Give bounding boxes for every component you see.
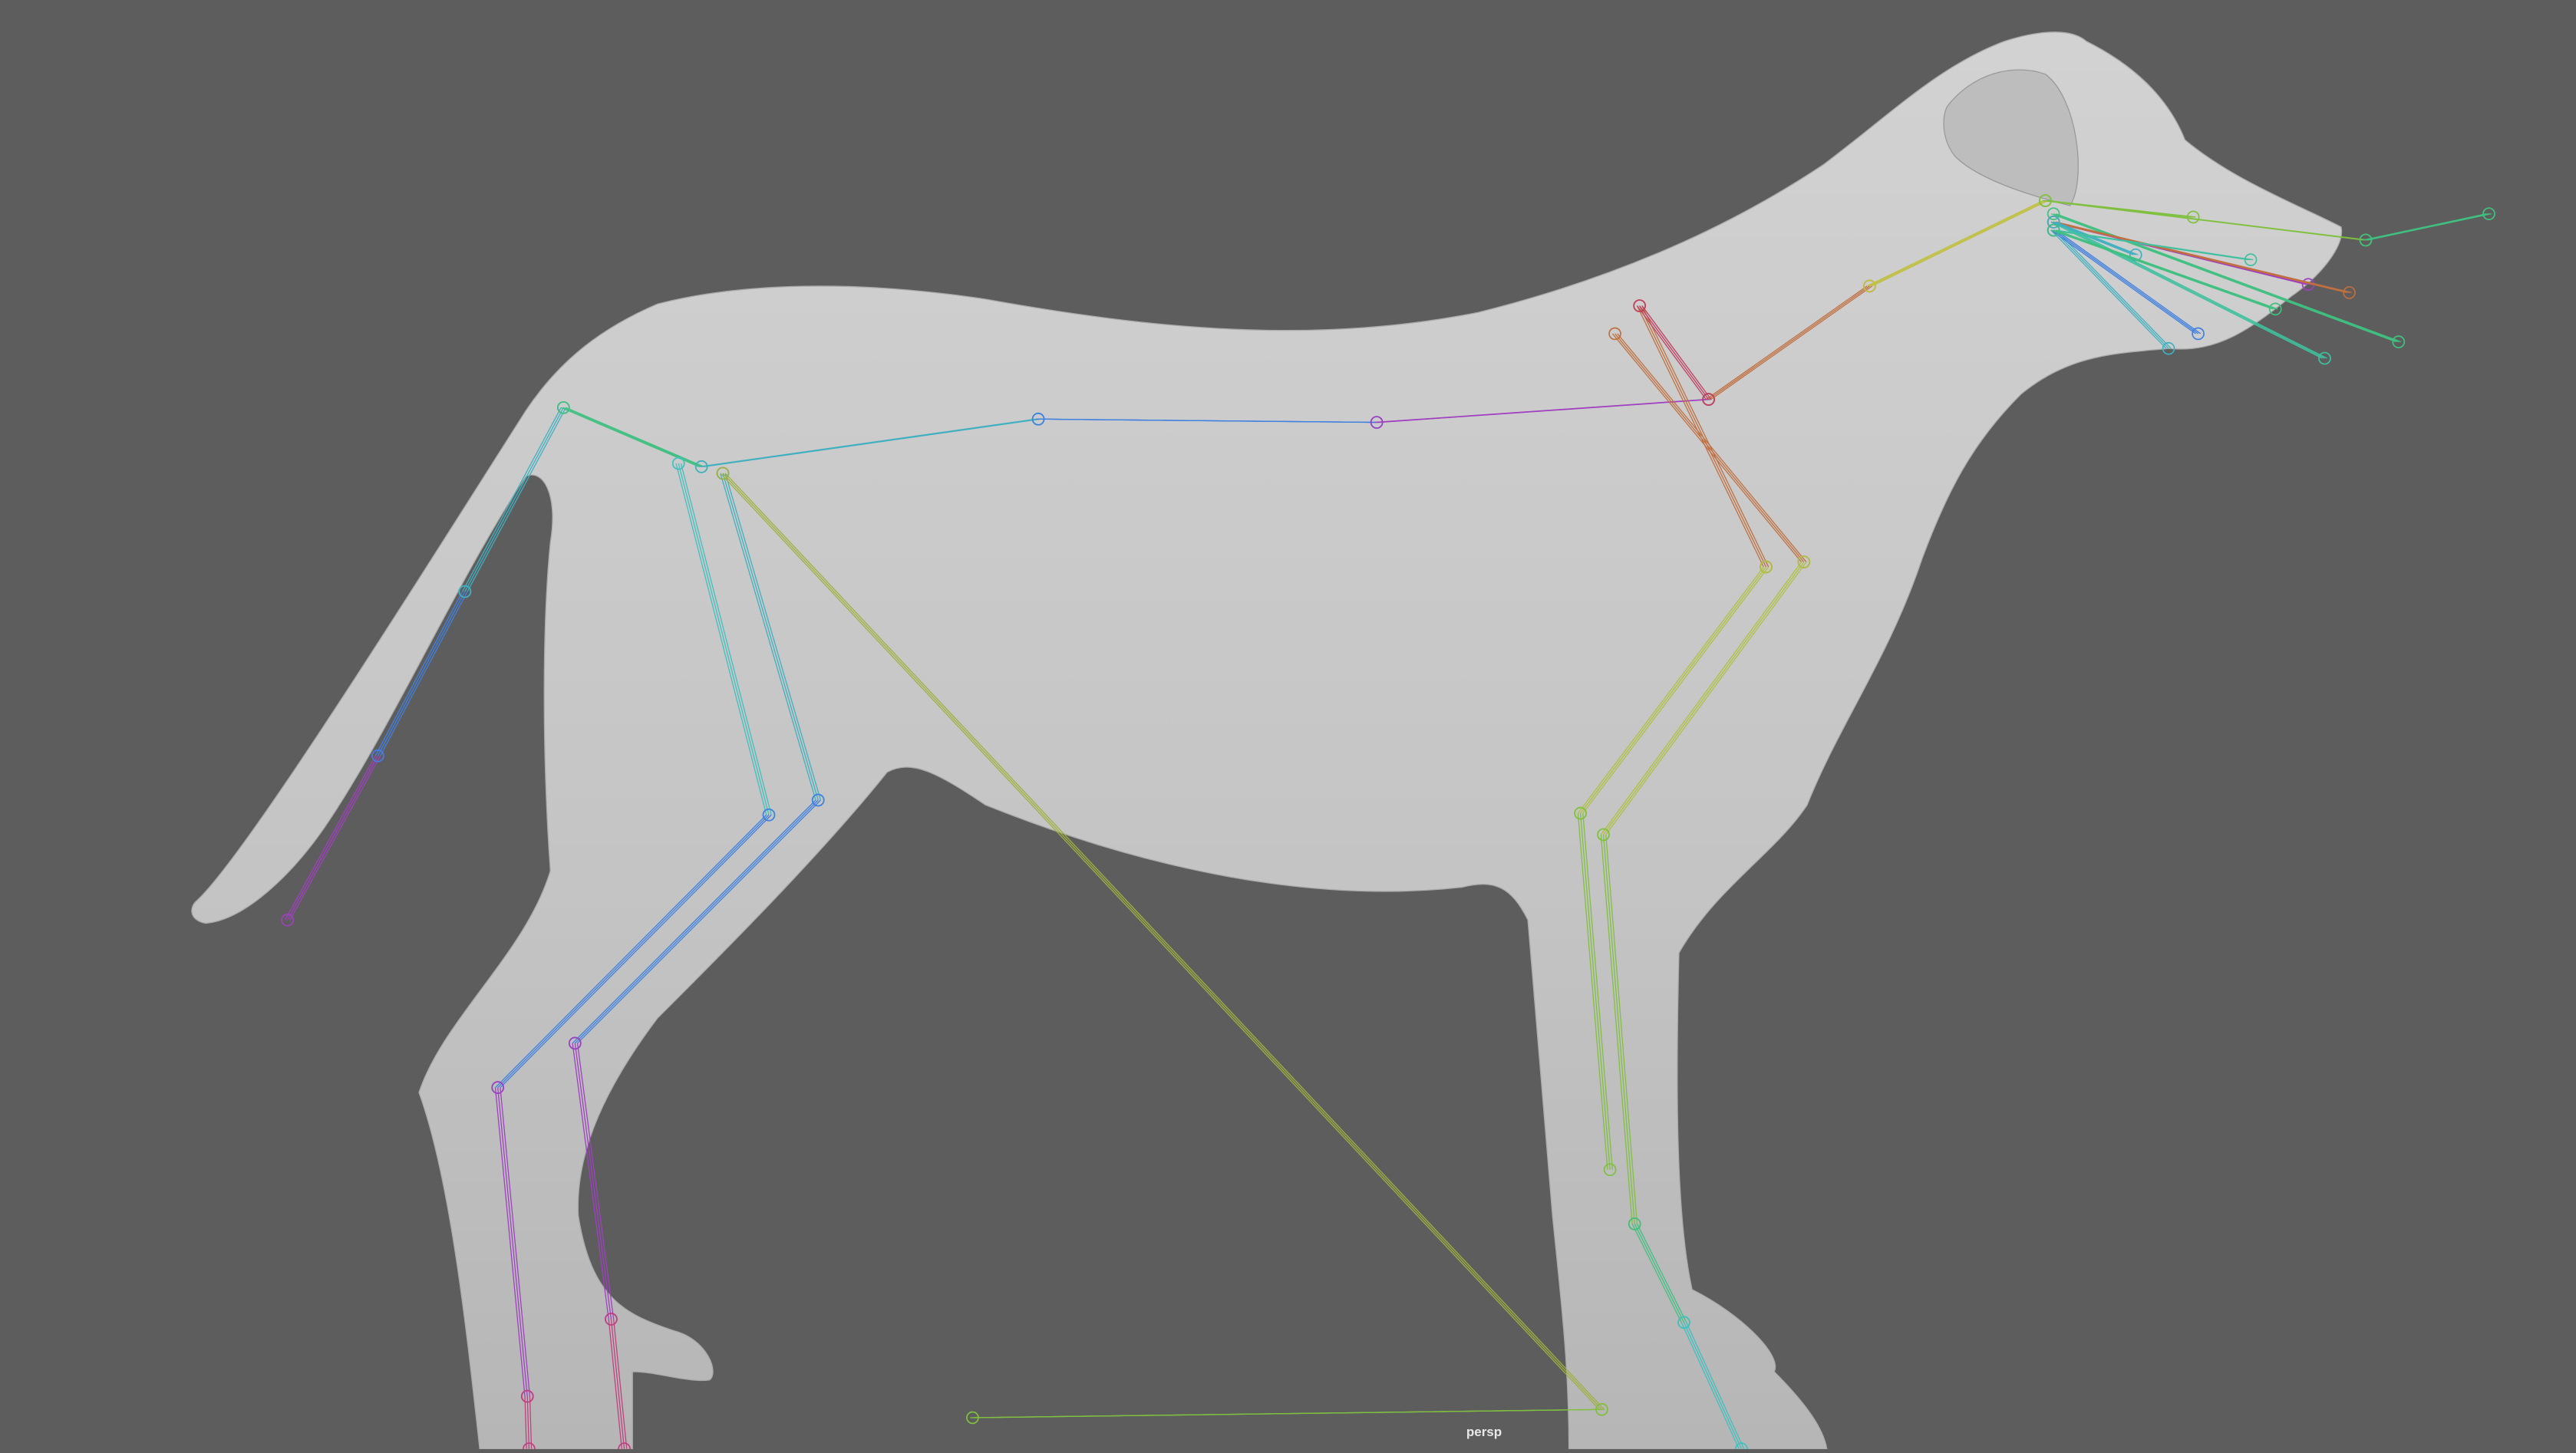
bone[interactable] <box>975 1409 1605 1418</box>
viewport-canvas[interactable] <box>0 0 2576 1453</box>
bone[interactable] <box>2368 213 2492 241</box>
bone[interactable] <box>2363 213 2487 241</box>
3d-viewport[interactable]: persp <box>0 0 2576 1453</box>
bone[interactable] <box>2365 213 2489 241</box>
camera-label: persp <box>1466 1425 1502 1439</box>
joint[interactable] <box>2392 335 2406 349</box>
